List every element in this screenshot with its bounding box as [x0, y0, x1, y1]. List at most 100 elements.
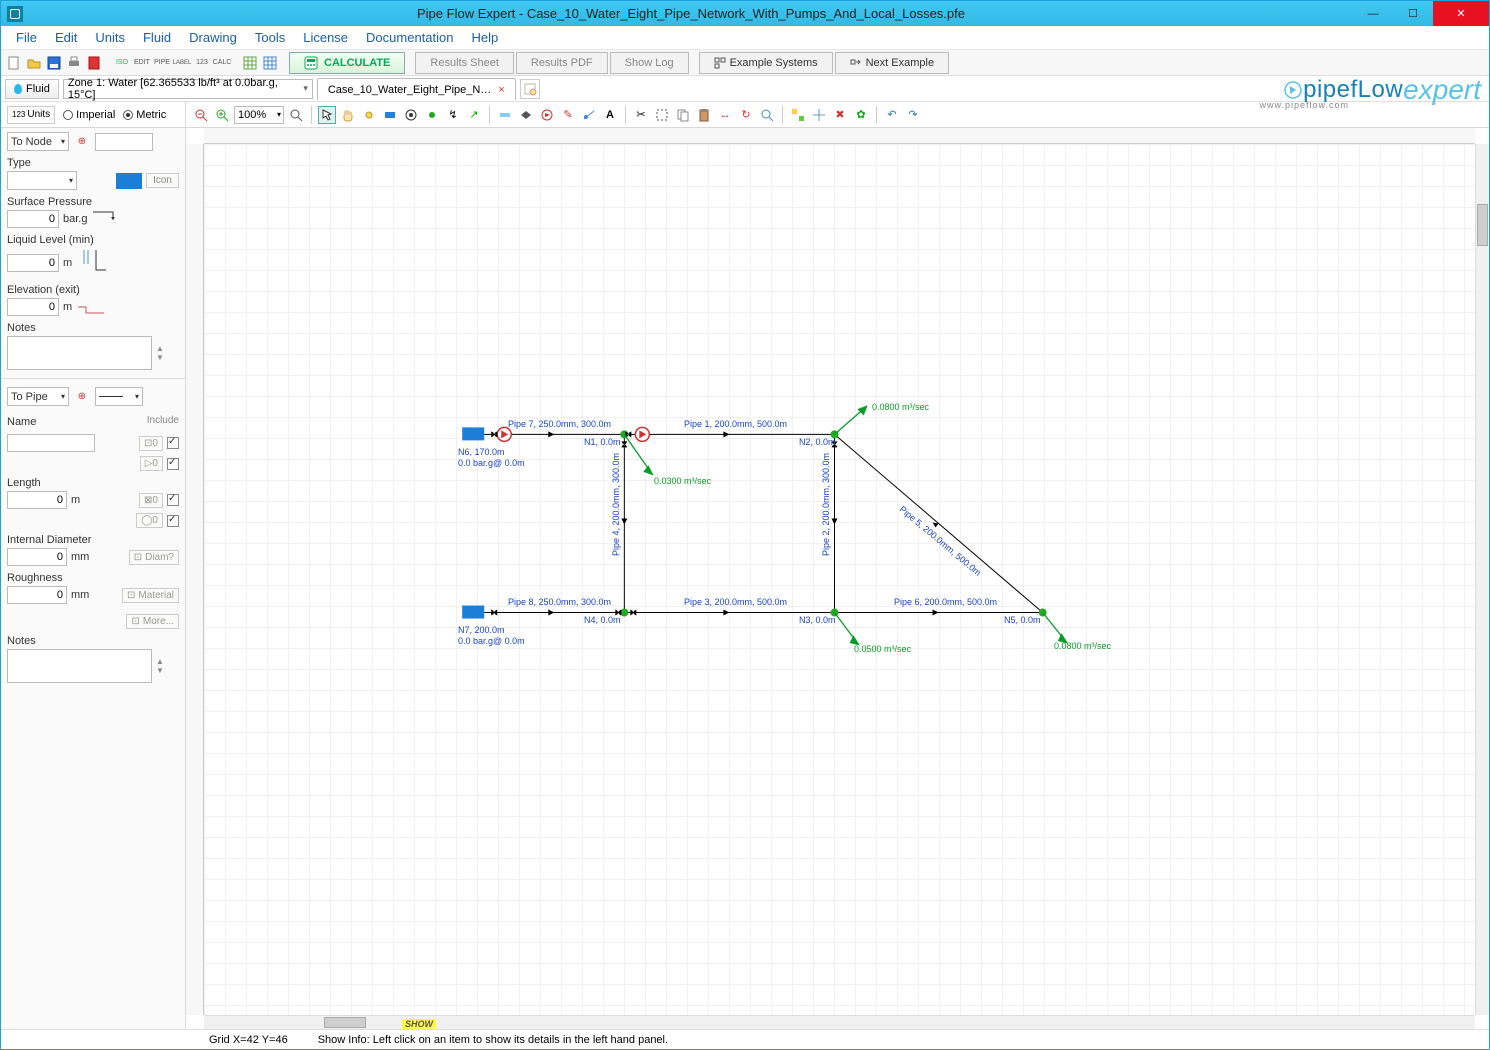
copy-icon[interactable] [674, 106, 692, 124]
end-pressure-tool-icon[interactable] [402, 106, 420, 124]
to-pipe-combo[interactable]: To Pipe [7, 387, 69, 406]
show-comp-btn[interactable]: ⊠0 [139, 493, 163, 508]
locate-node-icon[interactable]: ⊕ [73, 133, 91, 151]
pipe-notes-input[interactable] [7, 649, 152, 683]
grid-options-icon[interactable] [810, 106, 828, 124]
zoom-window-icon[interactable] [287, 106, 305, 124]
node-tool-icon[interactable] [360, 106, 378, 124]
demand-out-icon[interactable]: ↗ [465, 106, 483, 124]
undo-icon[interactable]: ↶ [883, 106, 901, 124]
new-tab-icon[interactable] [520, 79, 540, 99]
tank-tool-icon[interactable] [381, 106, 399, 124]
zoom-in-icon[interactable] [213, 106, 231, 124]
isolate-icon[interactable]: ✿ [852, 106, 870, 124]
select-area-icon[interactable] [653, 106, 671, 124]
closed-pipe-icon[interactable]: ✎ [559, 106, 577, 124]
calc-small-icon[interactable]: CALC [213, 54, 231, 72]
close-button[interactable]: ✕ [1433, 1, 1489, 26]
diam-button[interactable]: ⊡ Diam? [129, 550, 179, 565]
results-sheet-button[interactable]: Results Sheet [415, 52, 513, 74]
label-icon[interactable]: LABEL [173, 54, 191, 72]
to-node-combo[interactable]: To Node [7, 132, 69, 151]
document-tab[interactable]: Case_10_Water_Eight_Pipe_N…× [317, 78, 516, 100]
node-id-input[interactable] [95, 133, 153, 151]
zone-combo[interactable]: Zone 1: Water [62.365533 lb/ft³ at 0.0ba… [63, 79, 313, 99]
menu-edit[interactable]: Edit [46, 28, 86, 47]
fitting-icon[interactable] [496, 106, 514, 124]
menu-drawing[interactable]: Drawing [180, 28, 246, 47]
menu-tools[interactable]: Tools [246, 28, 294, 47]
next-example-button[interactable]: Next Example [835, 52, 949, 74]
menu-units[interactable]: Units [86, 28, 134, 47]
imperial-radio[interactable]: Imperial [63, 109, 115, 121]
show-fitting-btn[interactable]: ⊡0 [139, 436, 163, 451]
paste-icon[interactable] [695, 106, 713, 124]
menu-fluid[interactable]: Fluid [134, 28, 180, 47]
drawing-grid[interactable]: Pipe 7, 250.0mm, 300.0m Pipe 1, 200.0mm,… [204, 144, 1475, 1015]
minimize-button[interactable]: — [1353, 1, 1393, 26]
icon-button[interactable]: Icon [146, 173, 179, 188]
material-button[interactable]: ⊡ Material [122, 588, 179, 603]
prv-icon[interactable] [580, 106, 598, 124]
open-icon[interactable] [25, 54, 43, 72]
liquid-level-input[interactable] [7, 254, 59, 272]
comp-include-check[interactable] [167, 494, 179, 506]
maximize-button[interactable]: ☐ [1393, 1, 1433, 26]
grid1-icon[interactable] [241, 54, 259, 72]
new-icon[interactable] [5, 54, 23, 72]
cut-icon[interactable]: ✂ [632, 106, 650, 124]
pan-tool-icon[interactable] [339, 106, 357, 124]
text-tool-icon[interactable]: A [601, 106, 619, 124]
zoom-out-icon[interactable] [192, 106, 210, 124]
diameter-input[interactable] [7, 548, 67, 566]
show-valve-btn[interactable]: ▷0 [140, 456, 163, 471]
roughness-input[interactable] [7, 586, 67, 604]
results-pdf-button[interactable]: Results PDF [516, 52, 608, 74]
units-button[interactable]: 123Units [7, 106, 55, 124]
elevation-input[interactable] [7, 298, 59, 316]
grid2-icon[interactable] [261, 54, 279, 72]
length-input[interactable] [7, 491, 67, 509]
save-icon[interactable] [45, 54, 63, 72]
mirror-icon[interactable]: ↔ [716, 106, 734, 124]
scrollbar-horizontal[interactable]: SHOW [204, 1015, 1475, 1029]
more-button[interactable]: ⊡ More... [126, 614, 179, 629]
rotate-icon[interactable]: ↻ [737, 106, 755, 124]
pipe-line-combo[interactable] [95, 387, 143, 406]
print-icon[interactable] [65, 54, 83, 72]
fitting-include-check[interactable] [167, 437, 179, 449]
find-icon[interactable] [758, 106, 776, 124]
menu-file[interactable]: File [7, 28, 46, 47]
type-combo[interactable] [7, 171, 77, 190]
example-systems-button[interactable]: Example Systems [699, 52, 833, 74]
drawing-canvas[interactable]: Pipe 7, 250.0mm, 300.0m Pipe 1, 200.0mm,… [186, 128, 1489, 1029]
menu-license[interactable]: License [294, 28, 357, 47]
pump-include-check[interactable] [167, 515, 179, 527]
123-icon[interactable]: 123 [193, 54, 211, 72]
menu-documentation[interactable]: Documentation [357, 28, 462, 47]
calculate-button[interactable]: CALCULATE [289, 52, 405, 74]
grid-color-icon[interactable] [789, 106, 807, 124]
show-pump-btn[interactable]: ◯0 [136, 513, 163, 528]
pipe-name-input[interactable] [7, 434, 95, 452]
pointer-tool-icon[interactable] [318, 106, 336, 124]
scrollbar-vertical[interactable] [1475, 144, 1489, 1015]
edit-labels-icon[interactable]: EDIT [133, 54, 151, 72]
redo-icon[interactable]: ↷ [904, 106, 922, 124]
join-point-icon[interactable] [423, 106, 441, 124]
fluid-button[interactable]: Fluid [5, 79, 59, 99]
show-tag[interactable]: SHOW [402, 1019, 436, 1029]
zoom-combo[interactable]: 100% [234, 106, 284, 124]
invert-icon[interactable]: ✖ [831, 106, 849, 124]
menu-help[interactable]: Help [462, 28, 507, 47]
pipe-labels-icon[interactable]: PIPE [153, 54, 171, 72]
tab-close-icon[interactable]: × [498, 84, 504, 96]
valve-icon[interactable] [517, 106, 535, 124]
iso-icon[interactable]: ISO [113, 54, 131, 72]
pump-icon[interactable] [538, 106, 556, 124]
surface-pressure-input[interactable] [7, 210, 59, 228]
valve-include-check[interactable] [167, 458, 179, 470]
node-notes-input[interactable] [7, 336, 152, 370]
show-log-button[interactable]: Show Log [610, 52, 689, 74]
metric-radio[interactable]: Metric [123, 109, 166, 121]
